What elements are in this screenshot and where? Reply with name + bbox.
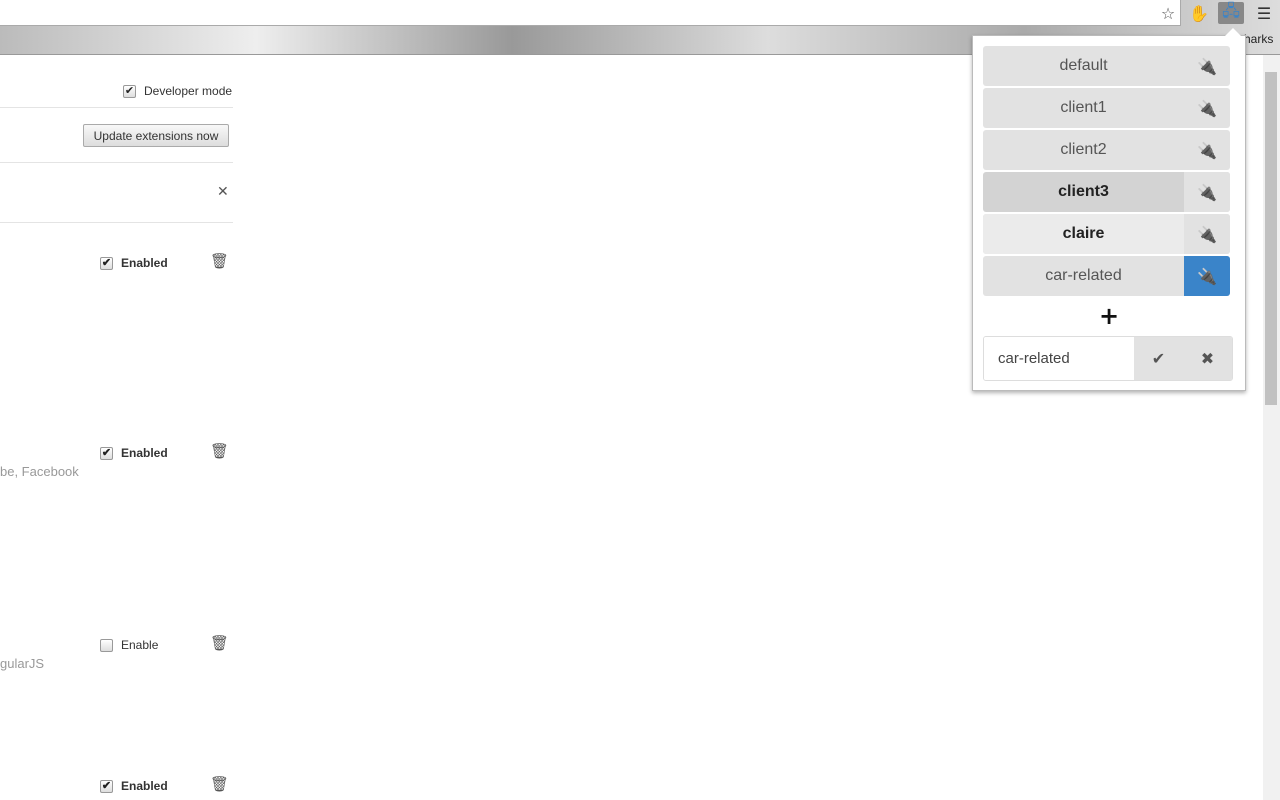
profile-name-input[interactable] <box>984 337 1134 380</box>
trash-icon[interactable]: 🗑 <box>210 634 229 652</box>
bookmarks-label[interactable]: harks <box>1244 32 1273 46</box>
plug-icon[interactable]: 🔌 <box>1184 172 1230 212</box>
profile-switcher-popup: default 🔌 client1 🔌 client2 🔌 client3 🔌 clai… <box>972 28 1246 391</box>
scrollbar[interactable] <box>1263 55 1280 800</box>
divider <box>0 222 233 223</box>
hamburger-icon[interactable]: ☰ <box>1251 2 1277 24</box>
update-extensions-button[interactable]: Update extensions now <box>83 124 229 147</box>
trash-icon[interactable]: 🗑 <box>210 252 229 270</box>
plug-icon[interactable]: 🔌 <box>1184 46 1230 86</box>
divider <box>0 162 233 163</box>
plug-icon[interactable]: 🔌 <box>1184 256 1230 296</box>
confirm-check-icon[interactable]: ✔ <box>1134 337 1183 380</box>
hand-stop-icon[interactable]: ✋ <box>1186 2 1212 24</box>
profile-row-claire[interactable]: claire 🔌 <box>983 214 1230 254</box>
cancel-x-icon[interactable]: ✖ <box>1183 337 1232 380</box>
extension-description: be, Facebook <box>0 464 79 479</box>
scrollbar-thumb[interactable] <box>1265 72 1277 405</box>
developer-mode-toggle[interactable]: ✔ Developer mode <box>123 84 232 99</box>
divider <box>0 107 233 108</box>
extension-description: gularJS <box>0 656 45 671</box>
profile-name-editor: ✔ ✖ <box>983 336 1233 381</box>
network-computers-icon[interactable]: 🖧 <box>1218 1 1244 24</box>
address-bar[interactable] <box>0 0 1181 26</box>
plug-icon[interactable]: 🔌 <box>1184 88 1230 128</box>
enable-toggle[interactable]: Enable <box>100 638 158 653</box>
checkbox[interactable]: ✔ <box>100 447 113 461</box>
star-icon[interactable]: ☆ <box>1155 2 1181 24</box>
checkbox[interactable]: ✔ <box>100 780 113 794</box>
checkbox[interactable]: ✔ <box>123 85 136 99</box>
checkbox[interactable] <box>100 639 113 653</box>
enable-toggle[interactable]: ✔ Enabled <box>100 779 168 794</box>
plug-icon[interactable]: 🔌 <box>1184 214 1230 254</box>
trash-icon[interactable]: 🗑 <box>210 442 229 460</box>
enable-toggle[interactable]: ✔ Enabled <box>100 446 168 461</box>
profile-row-client2[interactable]: client2 🔌 <box>983 130 1230 170</box>
add-profile-button[interactable]: + <box>973 302 1245 330</box>
close-icon[interactable]: ✕ <box>217 183 229 200</box>
checkbox[interactable]: ✔ <box>100 257 113 271</box>
profile-row-client3[interactable]: client3 🔌 <box>983 172 1230 212</box>
plug-icon[interactable]: 🔌 <box>1184 130 1230 170</box>
profile-row-default[interactable]: default 🔌 <box>983 46 1230 86</box>
profile-row-client1[interactable]: client1 🔌 <box>983 88 1230 128</box>
enable-toggle[interactable]: ✔ Enabled <box>100 256 168 271</box>
profile-row-car-related[interactable]: car-related 🔌 <box>983 256 1230 296</box>
trash-icon[interactable]: 🗑 <box>210 775 229 793</box>
